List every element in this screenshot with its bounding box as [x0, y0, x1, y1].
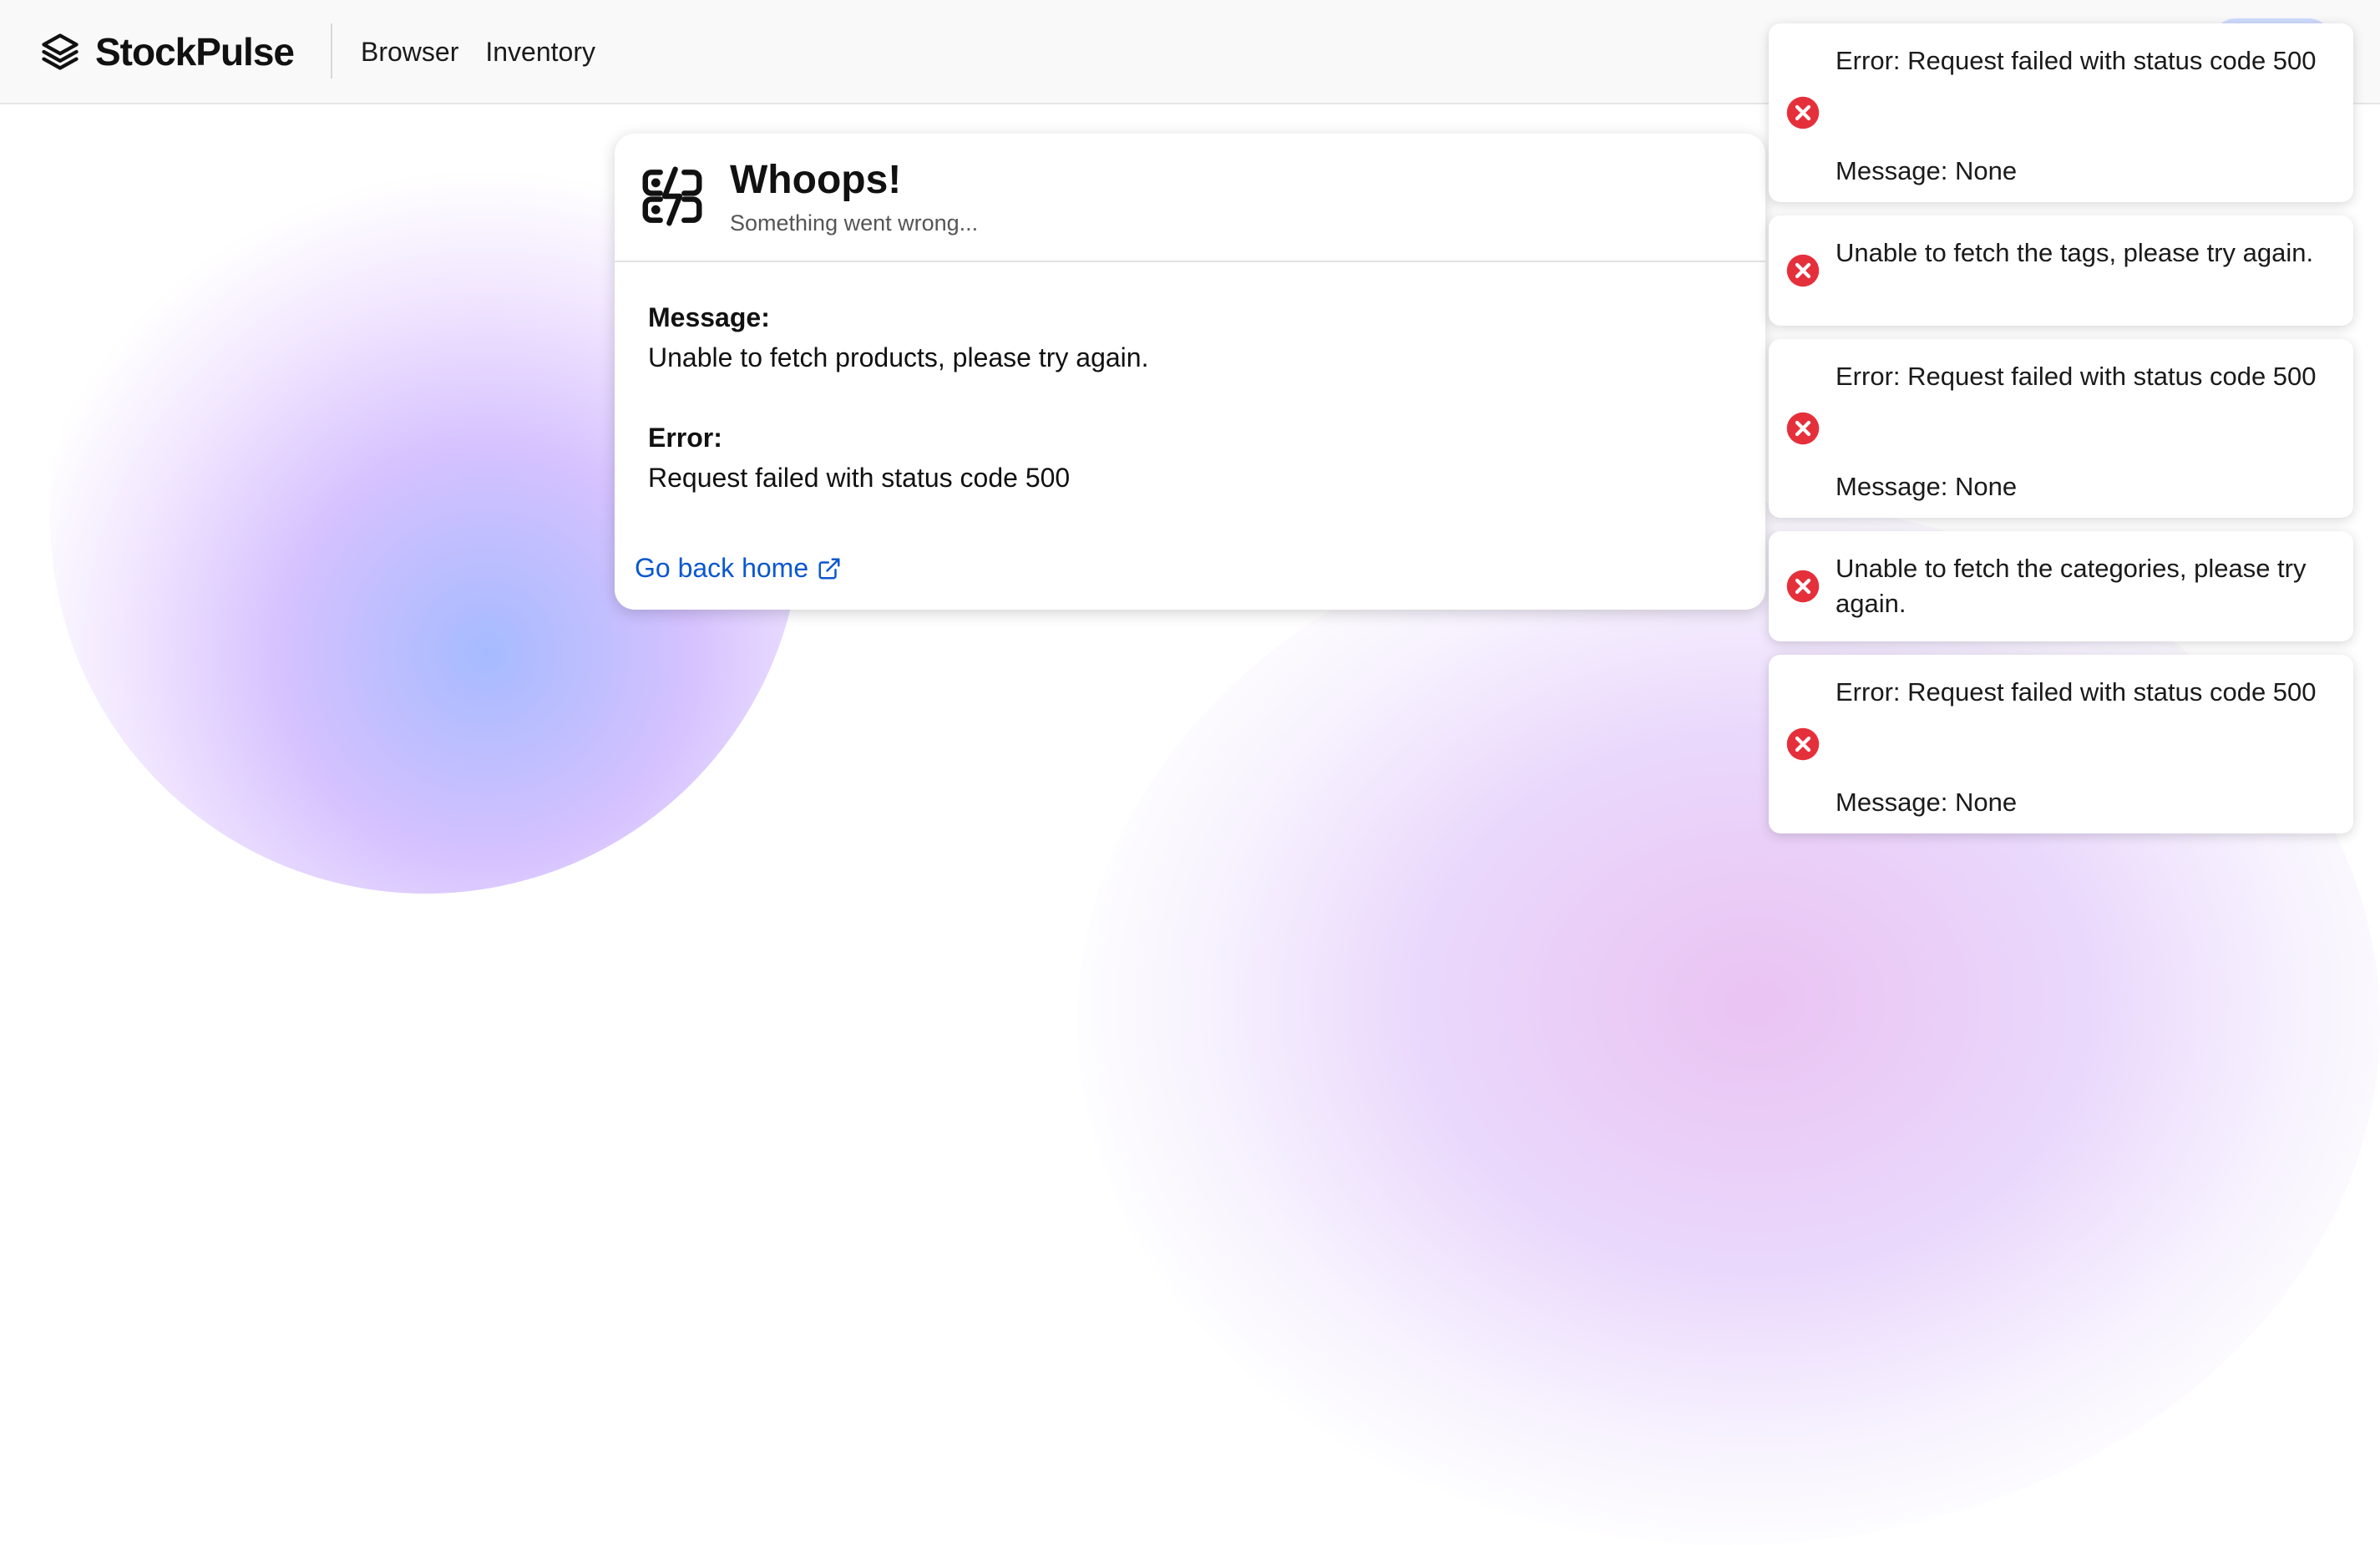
- message-value: Unable to fetch products, please try aga…: [648, 342, 1149, 372]
- header-divider: [331, 23, 332, 79]
- go-back-home-link[interactable]: Go back home: [635, 553, 842, 584]
- error-circle-icon: [1786, 254, 1820, 287]
- toast-detail: Message: None: [1836, 156, 2018, 185]
- go-back-home-label: Go back home: [635, 553, 809, 583]
- error-card-subtitle: Something went wrong...: [730, 210, 979, 236]
- toast-notification[interactable]: Unable to fetch the tags, please try aga…: [1769, 215, 2353, 326]
- error-card-title: Whoops!: [730, 158, 902, 202]
- error-circle-icon: [1786, 412, 1820, 445]
- toast-message: Error: Request failed with status code 5…: [1836, 677, 2317, 707]
- toast-notification[interactable]: Error: Request failed with status code 5…: [1769, 339, 2353, 518]
- toast-notification[interactable]: Error: Request failed with status code 5…: [1769, 655, 2353, 833]
- external-link-icon: [818, 558, 840, 579]
- toast-message: Unable to fetch the categories, please t…: [1836, 554, 2307, 618]
- main-nav: Browser Inventory: [361, 32, 595, 72]
- error-card: Whoops! Something went wrong... Message:…: [615, 134, 1765, 610]
- error-circle-icon: [1786, 96, 1820, 129]
- toast-detail: Message: None: [1836, 472, 2018, 501]
- toast-notification[interactable]: Error: Request failed with status code 5…: [1769, 23, 2353, 202]
- nav-item-browser[interactable]: Browser: [361, 32, 458, 72]
- brand-home-link[interactable]: StockPulse: [38, 27, 295, 77]
- nav-item-inventory[interactable]: Inventory: [485, 32, 595, 72]
- toast-notification[interactable]: Unable to fetch the categories, please t…: [1769, 531, 2353, 641]
- server-error-icon: [642, 166, 702, 226]
- error-value: Request failed with status code 500: [648, 463, 1071, 493]
- toast-message: Error: Request failed with status code 5…: [1836, 362, 2317, 391]
- layers-icon: [42, 33, 78, 70]
- toast-message: Error: Request failed with status code 5…: [1836, 46, 2317, 75]
- error-circle-icon: [1786, 727, 1820, 761]
- brand-name: StockPulse: [95, 30, 295, 73]
- error-label: Error:: [648, 423, 722, 453]
- toast-message: Unable to fetch the tags, please try aga…: [1836, 238, 2314, 267]
- toast-detail: Message: None: [1836, 788, 2018, 817]
- message-label: Message:: [648, 302, 770, 332]
- error-circle-icon: [1786, 570, 1820, 603]
- error-card-header: Whoops! Something went wrong...: [615, 134, 1765, 262]
- error-card-body: Message: Unable to fetch products, pleas…: [615, 262, 1765, 498]
